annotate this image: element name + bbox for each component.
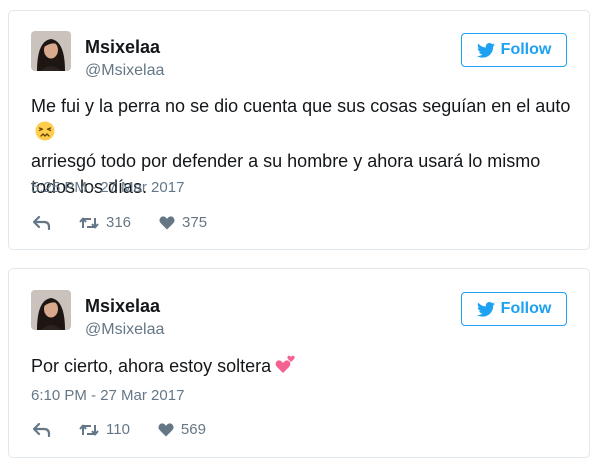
user-handle[interactable]: @Msixelaa: [85, 321, 164, 339]
tweet-text-line-2: arriesgó todo por defender a su hombre y…: [31, 151, 541, 172]
persevering-face-emoji-icon: [35, 121, 55, 148]
display-name[interactable]: Msixelaa: [85, 37, 160, 58]
tweet-actions: 316 375: [33, 214, 207, 231]
tweet-text-line-1: Por cierto, ahora estoy soltera: [31, 356, 272, 376]
avatar[interactable]: [31, 31, 71, 71]
follow-button[interactable]: Follow: [461, 292, 567, 326]
tweet-text-line-1: Me fui y la perra no se dio cuenta que s…: [31, 96, 571, 116]
retweet-button[interactable]: 110: [79, 421, 130, 438]
follow-label: Follow: [500, 300, 552, 317]
reply-icon: [33, 215, 51, 230]
user-handle[interactable]: @Msixelaa: [85, 62, 164, 80]
reply-icon: [33, 422, 51, 437]
timestamp-link[interactable]: 6:10 PM - 27 Mar 2017: [31, 387, 184, 404]
reply-button[interactable]: [33, 422, 51, 437]
tweet-text: Por cierto, ahora estoy soltera: [31, 353, 576, 382]
retweet-button[interactable]: 316: [79, 214, 131, 231]
tweet-actions: 110 569: [33, 421, 206, 438]
avatar[interactable]: [31, 290, 71, 330]
retweet-count: 110: [106, 421, 130, 438]
twitter-bird-icon: [476, 301, 495, 317]
heart-icon: [158, 422, 174, 436]
tweet-card-1: Msixelaa @Msixelaa Follow Me fui y la pe…: [8, 10, 590, 250]
like-count: 375: [182, 214, 208, 231]
retweet-icon: [79, 217, 99, 228]
like-count: 569: [180, 421, 206, 438]
retweet-icon: [79, 424, 99, 435]
like-button[interactable]: 375: [159, 214, 207, 231]
tweet-card-2: Msixelaa @Msixelaa Follow Por cierto, ah…: [8, 268, 590, 458]
timestamp-link[interactable]: 5:25 PM - 27 Mar 2017: [31, 179, 184, 196]
twitter-bird-icon: [476, 42, 495, 58]
display-name[interactable]: Msixelaa: [85, 296, 160, 317]
follow-label: Follow: [500, 41, 552, 58]
heart-icon: [159, 215, 175, 229]
follow-button[interactable]: Follow: [461, 33, 567, 67]
two-hearts-emoji-icon: [275, 353, 297, 382]
retweet-count: 316: [106, 214, 132, 231]
reply-button[interactable]: [33, 215, 51, 230]
like-button[interactable]: 569: [158, 421, 206, 438]
